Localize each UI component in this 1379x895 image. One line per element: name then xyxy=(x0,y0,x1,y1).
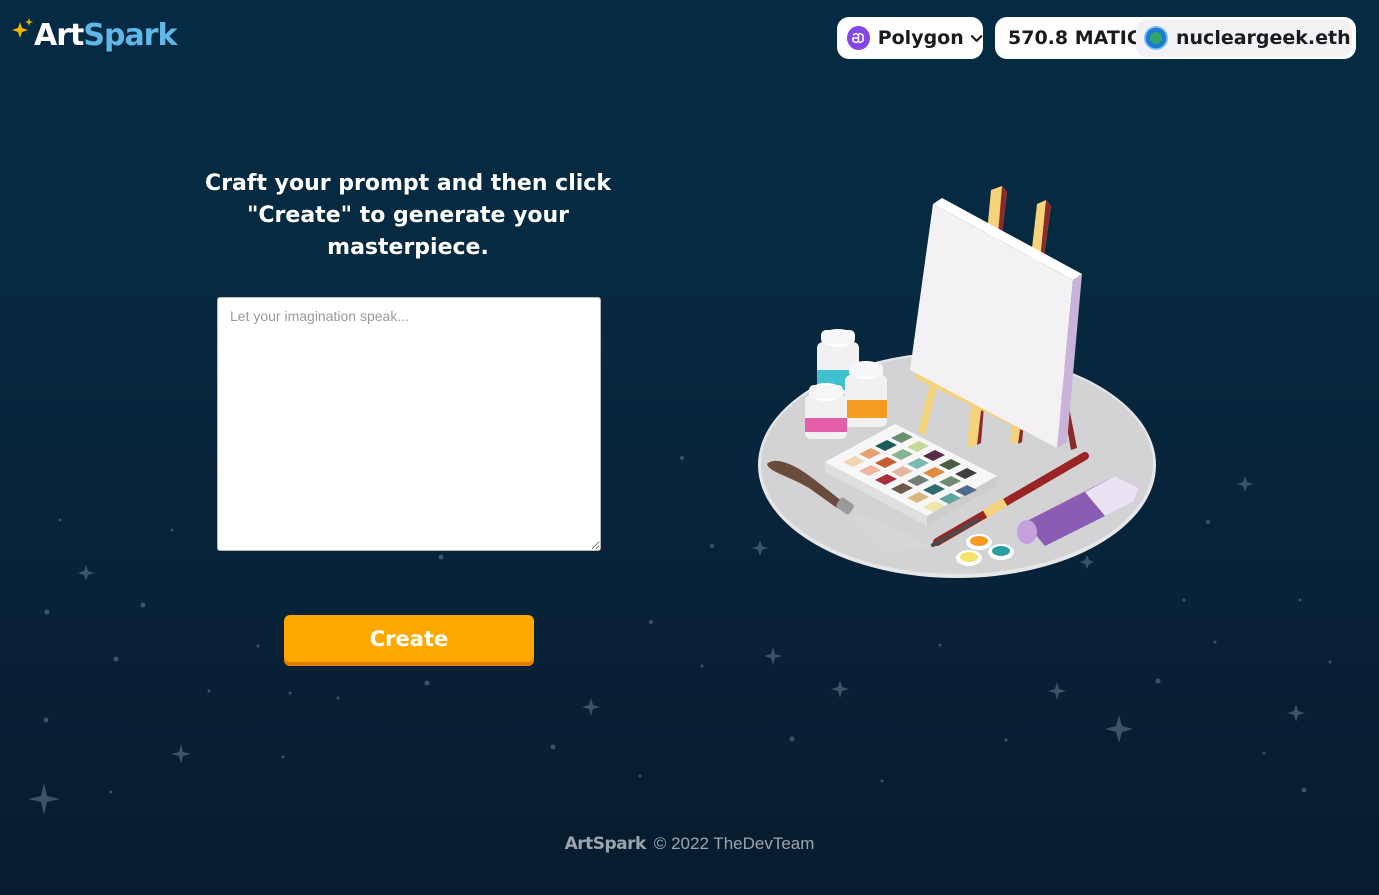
logo-text-spark: Spark xyxy=(83,18,177,53)
wallet-balance: 570.8 MATIC xyxy=(1008,27,1141,49)
avatar-icon xyxy=(1144,26,1168,50)
easel-palette-illustration xyxy=(758,186,1156,578)
logo-text: ArtSpark xyxy=(34,16,177,56)
polygon-icon xyxy=(847,26,870,50)
prompt-input[interactable] xyxy=(217,297,601,551)
footer-copyright: © 2022 TheDevTeam xyxy=(653,834,815,853)
network-label: Polygon xyxy=(877,27,964,49)
logo-text-art: Art xyxy=(34,18,84,53)
account-button[interactable]: nucleargeek.eth xyxy=(1136,19,1352,57)
footer-logo: ArtSpark xyxy=(564,834,647,854)
sparkle-icon xyxy=(12,18,33,38)
account-name: nucleargeek.eth xyxy=(1176,27,1351,49)
wallet-account-panel: 570.8 MATIC nucleargeek.eth xyxy=(995,17,1356,59)
footer: ArtSpark © 2022 TheDevTeam xyxy=(0,832,1379,856)
prompt-instructions-heading: Craft your prompt and then click "Create… xyxy=(205,171,611,260)
create-button[interactable]: Create xyxy=(284,615,534,666)
chevron-down-icon xyxy=(970,35,983,42)
network-selector-button[interactable]: Polygon xyxy=(837,17,983,59)
star-field-background xyxy=(28,456,1332,815)
artspark-logo[interactable]: ArtSpark xyxy=(12,16,177,56)
